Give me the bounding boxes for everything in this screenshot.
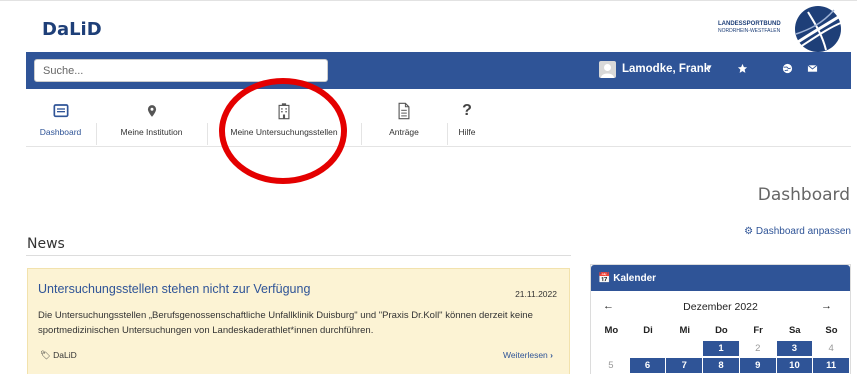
star-icon[interactable] — [737, 63, 748, 78]
calendar-weekday: Sa — [788, 325, 801, 336]
calendar-month-label: Dezember 2022 — [683, 301, 758, 313]
calendar-day[interactable]: 10 — [776, 358, 813, 373]
partner-logo-text: LANDESSPORTBUND NORDRHEIN-WESTFALEN — [718, 21, 781, 35]
brand-logo[interactable]: DaLiD — [42, 19, 102, 40]
globe-icon[interactable] — [782, 63, 793, 78]
customize-dashboard-label: Dashboard anpassen — [755, 226, 851, 237]
partner-logo-line1: LANDESSPORTBUND — [718, 21, 781, 27]
calendar-empty-cell — [666, 341, 703, 356]
calendar-icon: 📅 — [598, 273, 611, 284]
calendar-weekday-row: Mo Di Mi Do Fr Sa So — [593, 323, 850, 340]
calendar-empty-cell — [629, 341, 666, 356]
calendar-week-row: 1234 — [593, 340, 850, 357]
subnav-label: Anträge — [389, 127, 419, 137]
calendar-day[interactable]: 3 — [776, 341, 813, 356]
calendar-widget: 📅 Kalender ← Dezember 2022 → Mo Di Mi Do Fr S… — [590, 264, 851, 374]
news-tag[interactable]: 🏷 DaLiD — [40, 350, 77, 361]
subnav-label: Dashboard — [39, 127, 82, 137]
chevron-right-icon: › — [550, 350, 553, 360]
subnav-item-hilfe[interactable]: ? Hilfe — [447, 89, 487, 147]
subnav-item-untersuchungsstellen[interactable]: Meine Untersuchungsstellen — [207, 89, 361, 147]
calendar-next-button[interactable]: → — [821, 300, 832, 312]
calendar-title: Kalender — [613, 273, 657, 284]
news-tag-label: DaLiD — [53, 350, 77, 360]
subnav-item-dashboard[interactable]: Dashboard — [26, 89, 95, 147]
map-marker-icon — [147, 105, 156, 117]
customize-dashboard-link[interactable]: ⚙ Dashboard anpassen — [744, 226, 851, 237]
calendar-day[interactable]: 1 — [703, 341, 739, 356]
calendar-weekday: So — [825, 325, 838, 336]
news-heading: News — [27, 236, 65, 252]
page-title: Dashboard — [757, 185, 850, 205]
question-icon: ? — [462, 102, 472, 119]
news-body: Die Untersuchungsstellen „Berufsgenossen… — [38, 310, 533, 336]
calendar-week-row: 5 6 7 8 9 10 11 — [593, 357, 850, 374]
envelope-icon[interactable] — [807, 63, 818, 78]
read-more-label: Weiterlesen — [503, 350, 548, 360]
document-icon — [398, 102, 410, 120]
subnav-item-institution[interactable]: Meine Institution — [96, 89, 207, 147]
building-icon — [278, 103, 290, 120]
calendar-header: 📅 Kalender — [591, 265, 850, 291]
main-navbar: Lamodke, Frank ▾ — [26, 52, 851, 89]
calendar-day[interactable]: 4 — [813, 341, 849, 356]
avatar[interactable] — [599, 61, 616, 78]
search-input[interactable] — [34, 59, 328, 82]
calendar-day[interactable]: 7 — [666, 358, 703, 373]
calendar-grid: Mo Di Mi Do Fr Sa So 1 2 3 4 5 6 7 8 9 10 11 — [593, 323, 850, 374]
subnav-label: Meine Institution — [120, 127, 183, 137]
calendar-nav: ← Dezember 2022 → — [591, 300, 850, 314]
calendar-weekday: Mo — [604, 325, 619, 336]
calendar-day[interactable]: 11 — [813, 358, 850, 373]
news-date: 21.11.2022 — [515, 289, 557, 299]
calendar-weekday: Di — [643, 325, 653, 336]
partner-logo-line2: NORDRHEIN-WESTFALEN — [718, 28, 781, 34]
calendar-weekday: Do — [715, 325, 728, 336]
dashboard-icon — [53, 104, 68, 118]
gear-icon: ⚙ — [744, 226, 754, 237]
calendar-empty-cell — [593, 341, 629, 356]
partner-logo-icon — [795, 6, 844, 52]
user-silhouette-icon — [601, 64, 614, 78]
tag-icon: 🏷 — [40, 350, 51, 360]
subnav-label: Hilfe — [458, 127, 476, 137]
divider — [26, 255, 571, 256]
calendar-weekday: Fr — [753, 325, 763, 336]
subnav-item-antraege[interactable]: Anträge — [361, 89, 447, 147]
calendar-day[interactable]: 6 — [629, 358, 666, 373]
calendar-weekday: Mi — [679, 325, 690, 336]
calendar-day[interactable]: 2 — [740, 341, 776, 356]
news-title-link[interactable]: Untersuchungsstellen stehen nicht zur Ve… — [38, 282, 310, 296]
calendar-day[interactable]: 8 — [703, 358, 739, 373]
top-header: DaLiD LANDESSPORTBUND NORDRHEIN-WESTFALE… — [0, 0, 857, 52]
news-item: Untersuchungsstellen stehen nicht zur Ve… — [27, 268, 570, 374]
read-more-link[interactable]: Weiterlesen › — [503, 350, 553, 360]
calendar-day[interactable]: 9 — [739, 358, 776, 373]
user-menu-name[interactable]: Lamodke, Frank — [622, 63, 710, 75]
caret-down-icon[interactable]: ▾ — [707, 62, 712, 73]
subnav-label: Meine Untersuchungsstellen — [230, 127, 338, 137]
calendar-day[interactable]: 5 — [593, 358, 629, 373]
section-subnav: Dashboard Meine Institution Meine Unters… — [26, 89, 851, 147]
